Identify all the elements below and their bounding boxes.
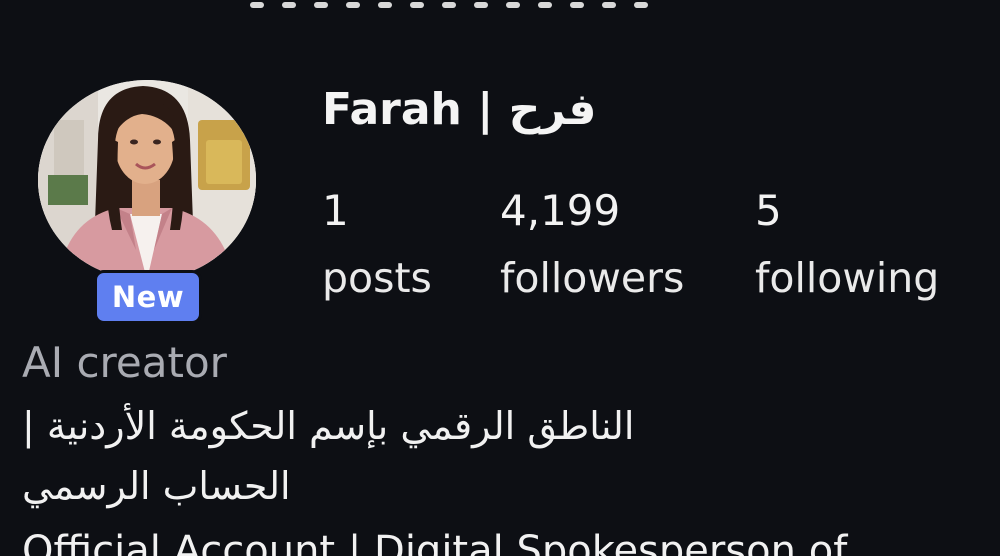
profile-category: AI creator xyxy=(22,338,227,387)
cropped-text-above xyxy=(250,0,720,8)
following-stat[interactable]: 5 following xyxy=(755,190,939,299)
following-label: following xyxy=(755,254,940,302)
avatar[interactable] xyxy=(38,80,256,280)
new-badge: New xyxy=(94,270,202,324)
bio-line-1: الناطق الرقمي بإسم الحكومة الأردنية | xyxy=(22,404,635,448)
following-count: 5 xyxy=(755,186,782,235)
posts-stat[interactable]: 1 posts xyxy=(322,190,432,299)
bio-line-2: الحساب الرسمي xyxy=(22,464,291,508)
followers-count: 4,199 xyxy=(500,186,621,235)
bio-line-3: Official Account | Digital Spokesperson … xyxy=(22,528,848,556)
posts-label: posts xyxy=(322,254,432,302)
profile-photo-icon xyxy=(38,80,256,280)
followers-stat[interactable]: 4,199 followers xyxy=(500,190,684,299)
followers-label: followers xyxy=(500,254,685,302)
profile-name: Farah | فرح xyxy=(322,84,597,135)
posts-count: 1 xyxy=(322,186,349,235)
